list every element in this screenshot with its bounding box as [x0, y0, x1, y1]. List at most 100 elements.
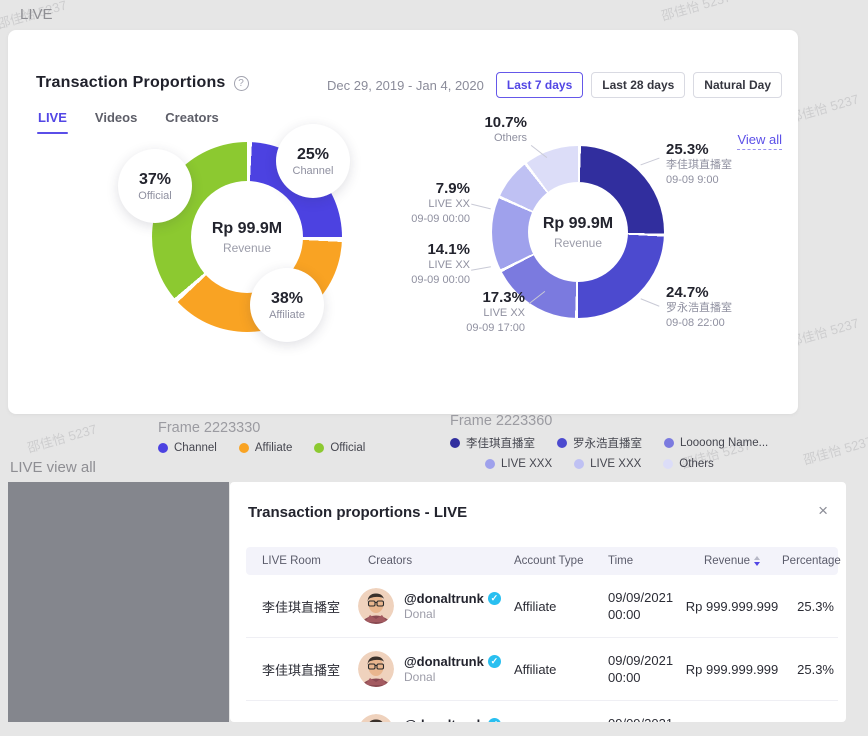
date-range-controls: Dec 29, 2019 - Jan 4, 2020 Last 7 days L… — [327, 72, 782, 98]
table-row[interactable]: 李佳琪直播室 @donaltrunk ✓ D — [246, 575, 838, 638]
percentage-cell: 25.3% — [782, 662, 838, 677]
tab-live[interactable]: LIVE — [38, 110, 67, 125]
transaction-proportions-modal: Transaction proportions - LIVE × LIVE Ro… — [230, 482, 846, 722]
legend-item[interactable]: 罗永浩直播室 — [557, 435, 642, 451]
account-type-legend: Frame 2223330 Channel Affiliate Official — [158, 420, 387, 454]
creator-cell: @donaltrunk ✓ Donal — [352, 588, 498, 624]
creator-name: Donal — [404, 607, 435, 621]
time-cell: 09/09/2021 00:00 — [592, 652, 682, 686]
legend-item[interactable]: LIVE XXX — [574, 458, 641, 470]
view-all-link[interactable]: View all — [737, 132, 782, 150]
legend-item[interactable]: 李佳琪直播室 — [450, 435, 535, 451]
room3-slice-label: 17.3% LIVE XX 09-09 17:00 — [437, 291, 525, 335]
account-type-cell: Affiliate — [498, 662, 592, 677]
watermark: 邵佳怡 5237 — [801, 431, 868, 469]
leader-line — [641, 298, 660, 306]
modal-backdrop — [8, 482, 229, 722]
legend-label: Affiliate — [255, 442, 293, 454]
col-revenue[interactable]: Revenue — [682, 555, 782, 567]
revenue-label: Revenue — [554, 236, 602, 250]
legend-item[interactable]: LIVE XXX — [485, 458, 552, 470]
col-creators: Creators — [352, 555, 498, 567]
legend-label: LIVE XXX — [501, 458, 552, 470]
leader-line — [640, 158, 659, 166]
donut-center: Rp 99.9M Revenue — [528, 182, 628, 282]
sort-icon[interactable] — [754, 556, 760, 566]
date-range-text: Dec 29, 2019 - Jan 4, 2020 — [327, 78, 484, 93]
legend-label: 罗永浩直播室 — [573, 435, 642, 451]
tab-videos[interactable]: Videos — [95, 110, 137, 125]
legend-label: Official — [330, 442, 365, 454]
col-percentage: Percentage — [782, 555, 838, 567]
creator-cell: @donaltrunk ✓ Donal — [352, 651, 498, 687]
help-icon[interactable]: ? — [234, 76, 249, 91]
channel-slice-label: 25% Channel — [276, 124, 350, 198]
creator-avatar — [358, 588, 394, 624]
creator-handle[interactable]: @donaltrunk — [404, 654, 484, 669]
creator-handle[interactable]: @donaltrunk — [404, 717, 484, 722]
tab-creators[interactable]: Creators — [165, 110, 218, 125]
revenue-value: Rp 99.9M — [543, 215, 613, 233]
chart-tabs: LIVE Videos Creators — [38, 110, 219, 125]
official-slice-label: 37% Official — [118, 149, 192, 223]
live-room-cell: 李佳琪直播室 — [246, 597, 352, 616]
creator-cell: @donaltrunk ✓ Donal — [352, 714, 498, 722]
percentage-cell: 25.3% — [782, 599, 838, 614]
legend-dot-icon — [158, 443, 168, 453]
table-header-row: LIVE Room Creators Account Type Time Rev… — [246, 547, 838, 575]
close-icon[interactable]: × — [818, 502, 828, 519]
figma-canvas: 邵佳怡 5237 邵佳怡 5237 邵佳怡 5237 邵佳怡 5237 邵佳怡 … — [0, 0, 868, 736]
live-room-cell: 李佳琪直播室 — [246, 660, 352, 679]
last-28-days-button[interactable]: Last 28 days — [591, 72, 685, 98]
legend-dot-icon — [664, 438, 674, 448]
account-type-cell: Affiliate — [498, 599, 592, 614]
natural-day-button[interactable]: Natural Day — [693, 72, 782, 98]
revenue-label: Revenue — [223, 241, 271, 255]
legend-dot-icon — [450, 438, 460, 448]
transactions-table: LIVE Room Creators Account Type Time Rev… — [246, 547, 838, 722]
watermark: 邵佳怡 5237 — [659, 0, 733, 24]
room2-slice-label: 24.7% 罗永浩直播室 09-08 22:00 — [666, 286, 732, 330]
revenue-value: Rp 99.9M — [212, 220, 282, 238]
frame-label: Frame 2223330 — [158, 420, 387, 436]
modal-title: Transaction proportions - LIVE — [248, 504, 467, 521]
table-row[interactable]: 李佳琪直播室 @donaltrunk ✓ D — [246, 701, 838, 722]
revenue-cell: Rp 999.999.999 — [682, 662, 782, 677]
frame-label-live-view-all: LIVE view all — [10, 459, 96, 476]
others-slice-label: 10.7% Others — [439, 116, 527, 145]
legend-item[interactable]: Loooong Name... — [664, 437, 768, 449]
legend-label: Others — [679, 458, 714, 470]
legend-dot-icon — [314, 443, 324, 453]
legend-item[interactable]: Official — [314, 442, 365, 454]
frame-label-live: LIVE — [20, 6, 53, 23]
time-cell: 09/09/2021 00:00 — [592, 589, 682, 623]
creator-name: Donal — [404, 670, 435, 684]
col-time: Time — [592, 555, 682, 567]
card-title: Transaction Proportions — [36, 74, 226, 92]
legend-dot-icon — [574, 459, 584, 469]
creator-avatar — [358, 651, 394, 687]
creator-handle[interactable]: @donaltrunk — [404, 591, 484, 606]
legend-dot-icon — [485, 459, 495, 469]
col-account-type: Account Type — [498, 555, 592, 567]
legend-dot-icon — [239, 443, 249, 453]
legend-label: LIVE XXX — [590, 458, 641, 470]
legend-item[interactable]: Others — [663, 458, 714, 470]
col-live-room: LIVE Room — [246, 555, 352, 567]
live-room-legend: Frame 2223360 李佳琪直播室 罗永浩直播室 Loooong Name..… — [450, 413, 790, 470]
frame-label: Frame 2223360 — [450, 413, 790, 429]
legend-dot-icon — [663, 459, 673, 469]
transaction-proportions-card: Transaction Proportions ? Dec 29, 2019 -… — [8, 30, 798, 414]
leader-line — [471, 266, 491, 270]
room1-slice-label: 25.3% 李佳琪直播室 09-09 9:00 — [666, 143, 732, 187]
affiliate-slice-label: 38% Affiliate — [250, 268, 324, 342]
revenue-cell: Rp 999.999.999 — [682, 599, 782, 614]
verified-badge-icon: ✓ — [488, 718, 501, 722]
table-body: 李佳琪直播室 @donaltrunk ✓ D — [246, 575, 838, 722]
legend-label: Loooong Name... — [680, 437, 768, 449]
legend-item[interactable]: Affiliate — [239, 442, 293, 454]
legend-dot-icon — [557, 438, 567, 448]
table-row[interactable]: 李佳琪直播室 @donaltrunk ✓ D — [246, 638, 838, 701]
legend-item[interactable]: Channel — [158, 442, 217, 454]
last-7-days-button[interactable]: Last 7 days — [496, 72, 583, 98]
